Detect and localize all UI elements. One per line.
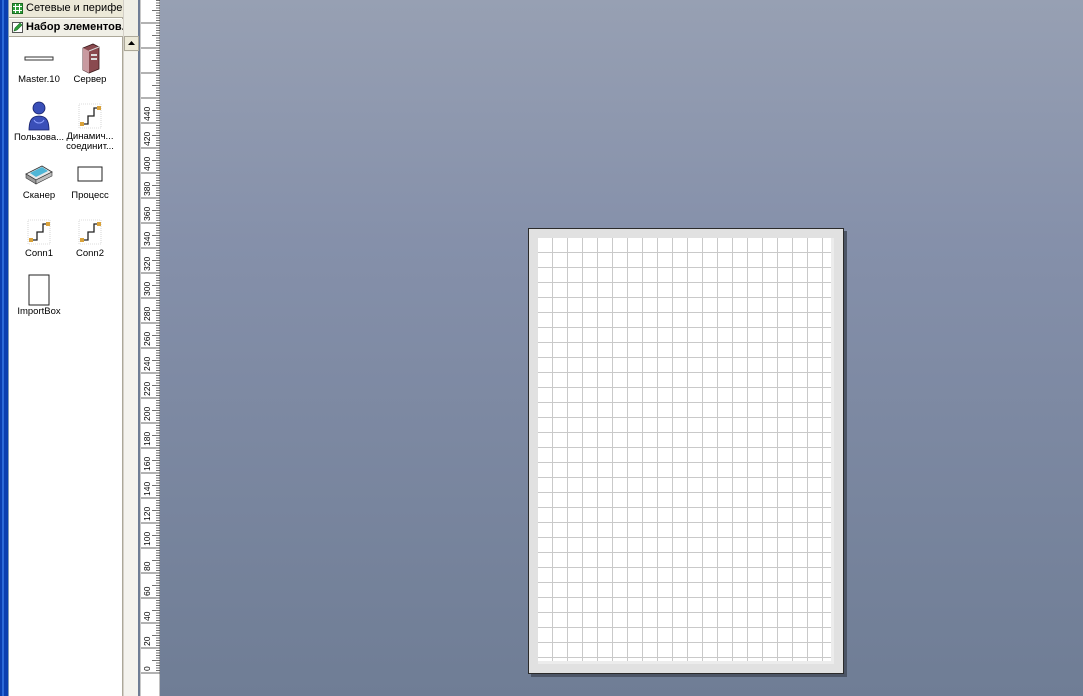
connector-icon [27, 219, 51, 245]
shape-label: Пользова... [13, 132, 65, 143]
shape-label: Сканер [22, 190, 56, 201]
shape-dynamic-connector[interactable]: Динамич... соединит... [61, 98, 119, 156]
shape-label: Master.10 [18, 74, 60, 85]
ruler-label: 440 [142, 107, 152, 121]
ruler-label: 300 [142, 282, 152, 296]
shape-label-text: Динамич... соединит... [66, 132, 114, 152]
ruler-label: 400 [142, 157, 152, 171]
ruler-label: 380 [142, 182, 152, 196]
ruler-label: 160 [142, 457, 152, 471]
shape-label: ImportBox [17, 306, 61, 317]
scroll-up-button[interactable] [124, 36, 139, 51]
ruler-label: 80 [142, 561, 152, 571]
ruler-label: 360 [142, 207, 152, 221]
ruler-label: 320 [142, 257, 152, 271]
stencil-pen-icon [12, 22, 23, 33]
server-icon [82, 43, 100, 74]
ruler-label: 120 [142, 507, 152, 521]
ruler-label: 240 [142, 357, 152, 371]
shape-master10[interactable]: Master.10 [10, 40, 68, 98]
chevron-up-icon [128, 41, 135, 45]
shape-label: Conn2 [76, 248, 104, 259]
connector-icon [78, 219, 102, 245]
shape-scanner[interactable]: Сканер [10, 156, 68, 214]
drawing-canvas[interactable] [160, 0, 1083, 696]
vertical-ruler[interactable]: 440 420 400 380 360 340 320 300 280 260 240 220 200 1… [140, 0, 160, 696]
ruler-label: 340 [142, 232, 152, 246]
line-shape-icon [24, 56, 54, 61]
shape-user[interactable]: Пользова... [10, 98, 68, 156]
dynamic-connector-icon [78, 103, 102, 129]
scanner-icon [25, 165, 53, 185]
process-icon [77, 166, 103, 182]
shape-label: Сервер [73, 74, 107, 85]
stencil-scrollbar[interactable] [123, 0, 139, 696]
ruler-label: 60 [142, 586, 152, 596]
ruler-label: 20 [142, 636, 152, 646]
ruler-label: 140 [142, 482, 152, 496]
window-left-border [0, 0, 9, 696]
stencil-tab-elements[interactable]: Набор элементов... [9, 19, 123, 37]
ruler-label: 0 [142, 666, 152, 671]
page-grid [538, 238, 834, 664]
import-box-icon [28, 274, 50, 306]
ruler-label: 100 [142, 532, 152, 546]
shape-process[interactable]: Процесс [61, 156, 119, 214]
drawing-page[interactable] [528, 228, 844, 674]
scroll-track[interactable] [124, 52, 138, 696]
stencil-tab-label: Набор элементов... [26, 21, 123, 33]
ruler-label: 280 [142, 307, 152, 321]
shapes-stencil-panel: Сетевые и перифе... Набор элементов... M… [9, 0, 123, 696]
shape-conn2[interactable]: Conn2 [61, 214, 119, 272]
shape-label: Conn1 [25, 248, 53, 259]
shape-conn1[interactable]: Conn1 [10, 214, 68, 272]
shape-label: Процесс [71, 190, 109, 201]
stencil-grid-icon [12, 3, 23, 14]
shape-label: Динамич... соединит... [61, 132, 119, 152]
shape-importbox[interactable]: ImportBox [10, 272, 68, 330]
ruler-label: 200 [142, 407, 152, 421]
stencil-tab-network[interactable]: Сетевые и перифе... [9, 0, 123, 18]
stencil-tab-label: Сетевые и перифе... [26, 2, 123, 14]
ruler-label: 260 [142, 332, 152, 346]
ruler-label: 180 [142, 432, 152, 446]
ruler-label: 40 [142, 611, 152, 621]
ruler-label: 220 [142, 382, 152, 396]
shape-server[interactable]: Сервер [61, 40, 119, 98]
ruler-scale: 4404204003803603403203002802602402202001… [141, 0, 160, 674]
user-icon [28, 101, 50, 131]
ruler-label: 420 [142, 132, 152, 146]
